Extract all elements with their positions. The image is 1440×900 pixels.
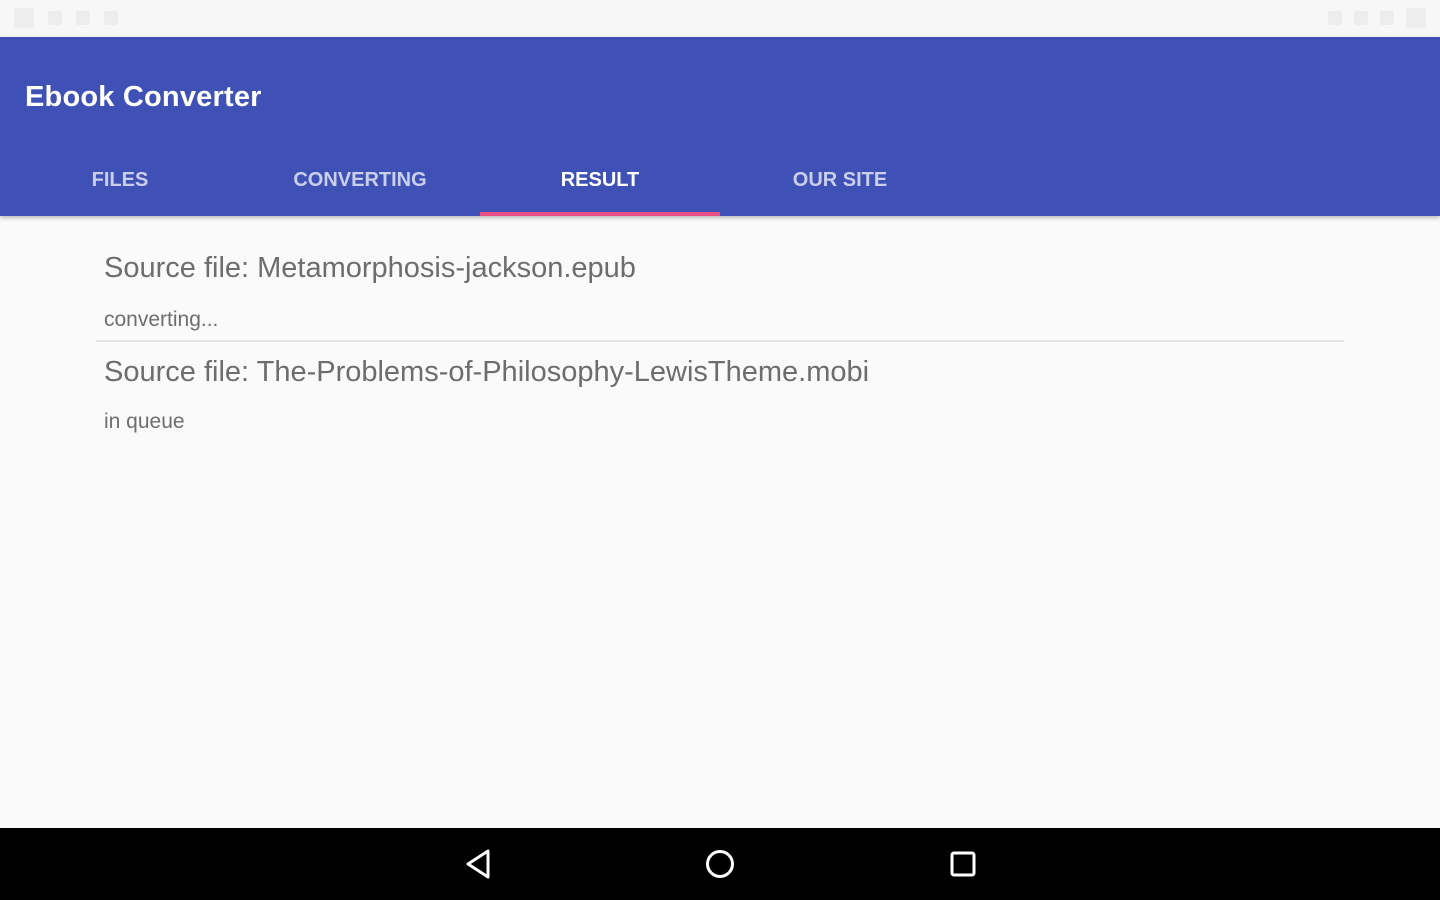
- tab-files[interactable]: FILES: [0, 144, 240, 216]
- recents-button[interactable]: [941, 842, 985, 886]
- notification-icon: [14, 8, 34, 28]
- tab-result[interactable]: RESULT: [480, 144, 720, 216]
- result-list: Source file: Metamorphosis-jackson.epub …: [0, 216, 1440, 828]
- status-bar-system-icons: [1328, 8, 1426, 28]
- battery-icon: [1380, 11, 1394, 25]
- home-icon: [706, 850, 734, 878]
- list-item[interactable]: Source file: Metamorphosis-jackson.epub …: [96, 216, 1344, 342]
- tab-our-site[interactable]: OUR SITE: [720, 144, 960, 216]
- status-bar-notifications: [14, 8, 118, 28]
- notification-icon: [104, 11, 118, 25]
- signal-icon: [1354, 11, 1368, 25]
- list-item[interactable]: Source file: The-Problems-of-Philosophy-…: [96, 344, 1344, 454]
- app-title: Ebook Converter: [25, 81, 262, 113]
- back-icon: [466, 849, 490, 879]
- source-file-label: Source file: Metamorphosis-jackson.epub: [104, 252, 636, 284]
- tab-files-label: FILES: [91, 168, 149, 191]
- navigation-bar: [0, 828, 1440, 900]
- tab-converting[interactable]: CONVERTING: [240, 144, 480, 216]
- app-bar: Ebook Converter FILES CONVERTING RESULT …: [0, 37, 1440, 216]
- conversion-status: converting...: [104, 308, 219, 331]
- notification-icon: [76, 11, 90, 25]
- tab-bar: FILES CONVERTING RESULT OUR SITE: [0, 144, 960, 216]
- wifi-icon: [1328, 11, 1342, 25]
- clock-icon: [1406, 8, 1426, 28]
- tab-result-label: RESULT: [560, 168, 640, 191]
- notification-icon: [48, 11, 62, 25]
- tab-converting-label: CONVERTING: [293, 168, 427, 191]
- home-button[interactable]: [698, 842, 742, 886]
- conversion-status: in queue: [104, 410, 185, 433]
- recents-icon: [950, 851, 976, 877]
- back-button[interactable]: [456, 842, 500, 886]
- tab-our-site-label: OUR SITE: [792, 168, 888, 191]
- status-bar: [0, 0, 1440, 37]
- source-file-label: Source file: The-Problems-of-Philosophy-…: [104, 356, 870, 388]
